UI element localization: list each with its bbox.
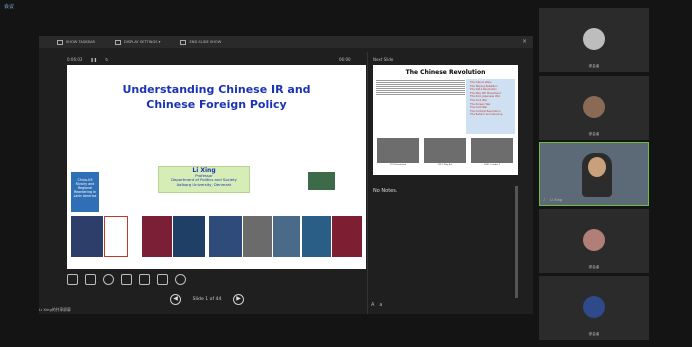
participant-tile-4[interactable]: 参会者 — [539, 209, 649, 273]
photo-caption-2: 1919, May 4th — [437, 164, 453, 166]
font-increase-icon[interactable]: A — [371, 302, 374, 308]
next-slide-label: Next Slide — [373, 57, 394, 62]
participant-name: 参会者 — [588, 64, 600, 68]
pen-icon[interactable] — [67, 274, 78, 285]
font-decrease-icon[interactable]: a — [379, 302, 382, 308]
next-slide-body — [376, 79, 465, 96]
book-cover-8 — [302, 216, 331, 257]
avatar — [583, 96, 605, 118]
end-slideshow-button[interactable]: END SLIDE SHOW — [180, 39, 221, 45]
close-icon[interactable]: × — [522, 38, 527, 45]
clock: 06:00 — [339, 57, 351, 62]
mic-icon: ♪ — [543, 197, 546, 202]
photo-1 — [377, 138, 419, 163]
book-cover-5 — [209, 216, 242, 257]
share-label: Li Xing的共享屏幕 — [39, 307, 71, 312]
participant-tile-2[interactable]: 参会者 — [539, 76, 649, 140]
window-title: 会议 — [4, 4, 15, 10]
meeting-window: 会议 SHOW TASKBAR DISPLAY SETTINGS ▾ END S… — [0, 0, 692, 347]
author-box: Li Xing Professor Department of Politics… — [158, 166, 250, 193]
author-univ: Aalborg University, Denmark — [176, 181, 232, 187]
side-box-left: China-US Rivalry and Regional Reordering… — [71, 172, 99, 212]
zoom-icon[interactable] — [103, 274, 114, 285]
avatar — [583, 296, 605, 318]
notes-zoom: A a — [371, 302, 383, 308]
book-cover-1 — [71, 216, 103, 257]
presenter-view: SHOW TASKBAR DISPLAY SETTINGS ▾ END SLID… — [39, 36, 533, 314]
book-cover-3 — [142, 216, 172, 257]
photo-3 — [471, 138, 513, 163]
end-icon — [180, 39, 187, 45]
reset-icon[interactable]: ↻ — [105, 57, 108, 62]
more-icon[interactable] — [175, 274, 186, 285]
side-box-right — [308, 172, 335, 190]
book-cover-2 — [104, 216, 128, 257]
photo-caption-3: 1949, October 1 — [483, 164, 501, 166]
slide-title: Understanding Chinese IR and Chinese For… — [122, 83, 311, 111]
avatar — [583, 28, 605, 50]
photo-caption-1: 1911 Revolution — [389, 164, 407, 166]
photo-2 — [424, 138, 466, 163]
presenter-toolbar: SHOW TASKBAR DISPLAY SETTINGS ▾ END SLID… — [39, 36, 533, 48]
display-settings-button[interactable]: DISPLAY SETTINGS ▾ — [114, 39, 160, 45]
elapsed-time: 0:06:03 — [67, 57, 83, 62]
slide-tools — [67, 274, 186, 285]
participant-name: 参会者 — [588, 265, 600, 269]
taskbar-icon — [57, 39, 63, 45]
next-slide-preview[interactable]: The Chinese Revolution The Opium Wars Th… — [373, 65, 518, 175]
pause-icon[interactable]: ❚❚ — [90, 57, 97, 62]
next-slide-title: The Chinese Revolution — [405, 69, 486, 76]
book-cover-6 — [243, 216, 272, 257]
participant-tile-5[interactable]: 参会者 — [539, 276, 649, 340]
timer: 0:06:03 ❚❚ ↻ — [67, 57, 108, 62]
grid-icon[interactable] — [85, 274, 96, 285]
video-face — [588, 157, 606, 177]
participant-tile-video[interactable]: ♪ Li Xing — [539, 142, 649, 206]
divider[interactable] — [367, 52, 368, 314]
book-cover-4 — [173, 216, 205, 257]
current-slide[interactable]: Understanding Chinese IR and Chinese For… — [67, 65, 366, 269]
list-item: The Reform and Opening — [470, 113, 503, 117]
subtitle-icon[interactable] — [157, 274, 168, 285]
pointer-icon[interactable] — [121, 274, 132, 285]
participant-name: 参会者 — [588, 332, 600, 336]
speaker-notes[interactable]: No Notes. — [373, 188, 397, 194]
display-icon — [114, 39, 121, 45]
next-slide-button[interactable]: ▶ — [233, 294, 244, 305]
avatar — [583, 229, 605, 251]
prev-slide-button[interactable]: ◀ — [170, 294, 181, 305]
next-slide-list: The Opium Wars The Taiping Rebellion The… — [466, 79, 515, 134]
book-cover-7 — [273, 216, 300, 257]
participant-name: 参会者 — [588, 132, 600, 136]
notes-scrollbar[interactable] — [515, 186, 518, 298]
participant-tile-1[interactable]: 参会者 — [539, 8, 649, 72]
screen-icon[interactable] — [139, 274, 150, 285]
slide-counter[interactable]: Slide 1 of 44 — [187, 297, 227, 302]
slide-navigation: ◀ Slide 1 of 44 ▶ — [170, 294, 244, 305]
book-cover-9 — [332, 216, 362, 257]
show-taskbar-button[interactable]: SHOW TASKBAR — [57, 39, 95, 45]
participant-name: Li Xing — [550, 198, 563, 202]
